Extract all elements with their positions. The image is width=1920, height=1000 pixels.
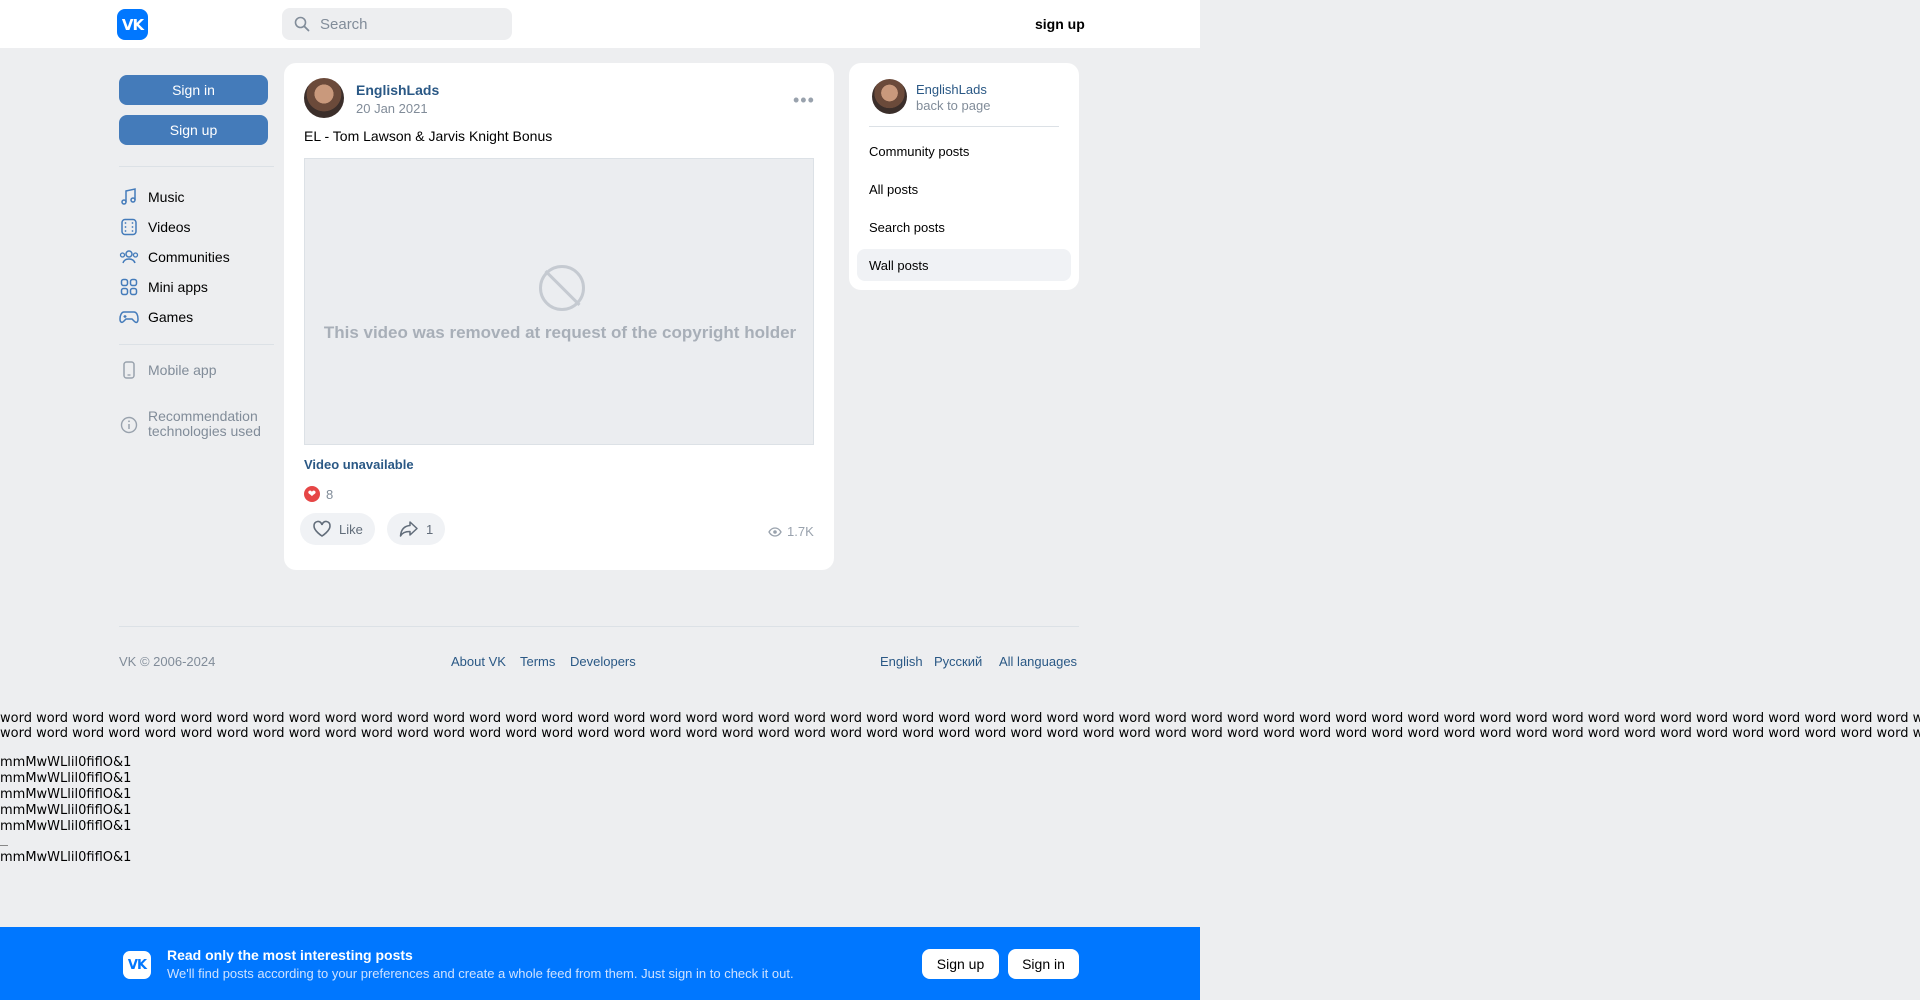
post-card: EnglishLads 20 Jan 2021 ••• EL - Tom Law… <box>284 63 834 570</box>
banner-signin-button[interactable]: Sign in <box>1008 949 1079 979</box>
info-icon <box>119 415 139 435</box>
communities-icon <box>119 247 139 267</box>
glyph-test-line: mmMwWLlil0fiflO&1 <box>0 755 132 770</box>
sidebar-item-label: Music <box>148 189 185 205</box>
sidebar-item-label: Mobile app <box>148 362 217 378</box>
video-unavailable-title[interactable]: Video unavailable <box>304 457 414 472</box>
author-avatar[interactable] <box>304 78 344 118</box>
banner-title: Read only the most interesting posts <box>167 947 413 963</box>
word-line: word word word word word word word word … <box>0 711 1920 726</box>
footer-copyright: VK © 2006-2024 <box>119 654 216 669</box>
community-avatar[interactable] <box>872 79 907 114</box>
footer-link-developers[interactable]: Developers <box>570 654 636 669</box>
glyph-test-line: mmMwWLlil0fiflO&1 <box>0 771 132 786</box>
footer-divider <box>119 626 1079 627</box>
signin-promo-banner: VK Read only the most interesting posts … <box>0 927 1200 1000</box>
sidebar-signup-button[interactable]: Sign up <box>119 115 268 145</box>
post-date[interactable]: 20 Jan 2021 <box>356 101 428 116</box>
banner-subtitle: We'll find posts according to your prefe… <box>167 966 794 981</box>
sidebar-item-label: Games <box>148 309 194 325</box>
search-input[interactable]: Search <box>282 8 512 40</box>
top-header: VK Search sign up <box>0 0 1200 48</box>
footer-link-about[interactable]: About VK <box>451 654 506 669</box>
glyph-test-line: mmMwWLlil0fiflO&1 <box>0 787 132 802</box>
footer-lang-russian[interactable]: Русский <box>934 654 982 669</box>
vk-logo: VK <box>123 951 151 979</box>
test-text-block: word word word word word word word word … <box>0 711 1920 741</box>
nav-community-posts[interactable]: Community posts <box>857 135 1071 167</box>
glyph-test-line: mmMwWLlil0fiflO&1 <box>0 850 132 865</box>
heart-outline-icon <box>313 520 331 537</box>
sidebar-item-videos[interactable]: Videos <box>119 216 191 238</box>
blocked-icon <box>539 265 585 311</box>
search-placeholder: Search <box>320 15 368 33</box>
community-name-link[interactable]: EnglishLads <box>916 82 987 97</box>
share-button[interactable]: 1 <box>387 513 446 545</box>
sidebar-item-label: Videos <box>148 219 191 235</box>
footer-link-terms[interactable]: Terms <box>520 654 555 669</box>
sidebar-item-label: Mini apps <box>148 279 208 295</box>
nav-wall-posts[interactable]: Wall posts <box>857 249 1071 281</box>
sidebar-item-mobile-app[interactable]: Mobile app <box>119 359 217 381</box>
video-icon <box>119 217 139 237</box>
share-count: 1 <box>426 521 434 537</box>
eye-icon <box>768 526 782 537</box>
footer-lang-english[interactable]: English <box>880 654 923 669</box>
community-nav-card: EnglishLads back to page Community posts… <box>849 63 1079 290</box>
reactions-summary[interactable]: ❤ 8 <box>304 486 333 502</box>
word-line: word word word word word word word word … <box>0 726 1920 741</box>
header-signup-link[interactable]: sign up <box>1035 16 1085 32</box>
card-divider <box>869 126 1059 127</box>
sidebar-item-music[interactable]: Music <box>119 186 185 208</box>
post-text: EL - Tom Lawson & Jarvis Knight Bonus <box>304 128 553 144</box>
sidebar-divider <box>119 166 274 167</box>
reaction-count: 8 <box>326 486 334 502</box>
sidebar-item-label: Communities <box>148 249 230 265</box>
search-icon <box>294 16 310 32</box>
video-player[interactable]: This video was removed at request of the… <box>304 158 814 445</box>
games-icon <box>119 307 139 327</box>
divider <box>0 845 8 846</box>
recommendation-label-line1: Recommendation <box>148 408 258 424</box>
glyph-test-line: mmMwWLlil0fiflO&1 <box>0 803 132 818</box>
sidebar-item-mini-apps[interactable]: Mini apps <box>119 276 208 298</box>
nav-all-posts[interactable]: All posts <box>857 173 1071 205</box>
music-icon <box>119 187 139 207</box>
heart-reaction-icon: ❤ <box>304 486 320 502</box>
banner-signup-button[interactable]: Sign up <box>922 949 999 979</box>
nav-search-posts[interactable]: Search posts <box>857 211 1071 243</box>
like-button[interactable]: Like <box>300 513 375 545</box>
sidebar-divider <box>119 344 274 345</box>
like-label: Like <box>339 521 363 537</box>
sidebar-signin-button[interactable]: Sign in <box>119 75 268 105</box>
recommendation-label-line2: technologies used <box>148 423 261 439</box>
views-count: 1.7K <box>787 524 814 539</box>
back-to-page-link[interactable]: back to page <box>916 98 990 113</box>
video-removed-message: This video was removed at request of the… <box>323 323 797 342</box>
post-author-link[interactable]: EnglishLads <box>356 82 439 98</box>
vk-logo[interactable]: VK <box>117 9 148 40</box>
more-options-icon[interactable]: ••• <box>793 90 815 111</box>
share-icon <box>399 521 418 537</box>
sidebar-item-recommendations[interactable]: Recommendation technologies used <box>119 408 261 439</box>
footer-lang-all[interactable]: All languages <box>999 654 1077 669</box>
glyph-test-line: mmMwWLlil0fiflO&1 <box>0 819 132 834</box>
views-counter: 1.7K <box>768 524 814 539</box>
sidebar-item-communities[interactable]: Communities <box>119 246 230 268</box>
mini-apps-icon <box>119 277 139 297</box>
sidebar-item-games[interactable]: Games <box>119 306 193 328</box>
phone-icon <box>119 360 139 380</box>
